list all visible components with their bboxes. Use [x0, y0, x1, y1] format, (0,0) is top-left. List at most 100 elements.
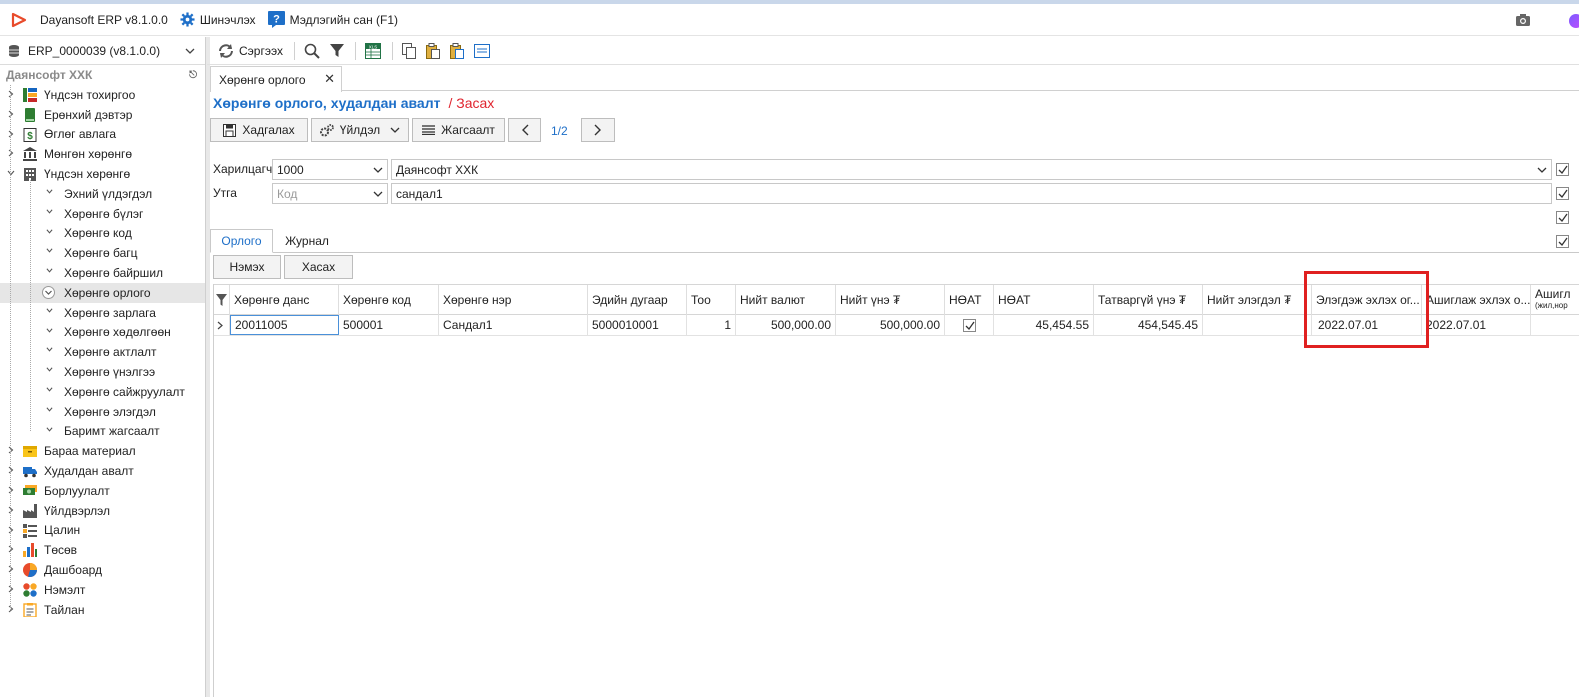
cell-total-price[interactable]: 500,000.00: [836, 315, 945, 335]
add-row-button[interactable]: Нэмэх: [213, 255, 281, 279]
filter-column[interactable]: [214, 285, 230, 315]
column-header[interactable]: Татваргүй үнэ ₮: [1094, 285, 1203, 315]
paste-special-button[interactable]: [446, 40, 468, 62]
cell-name[interactable]: Сандал1: [439, 315, 588, 335]
column-header[interactable]: Нийт үнэ ₮: [836, 285, 945, 315]
column-header[interactable]: Эдийн дугаар: [588, 285, 687, 315]
expand-icon[interactable]: [7, 585, 15, 595]
camera-icon[interactable]: [1515, 13, 1531, 27]
sidebar-item[interactable]: Төсөв: [0, 540, 205, 560]
column-header[interactable]: Нийт элэгдэл ₮: [1203, 285, 1312, 315]
cell-total-depreciation[interactable]: [1203, 315, 1312, 335]
option-checkbox[interactable]: [1556, 211, 1569, 224]
customer-name-select[interactable]: Даянсофт ХХК: [391, 159, 1552, 180]
sidebar-item[interactable]: Дашбоард: [0, 560, 205, 580]
database-selector[interactable]: ERP_0000039 (v8.1.0.0): [0, 37, 205, 65]
cell-total-currency[interactable]: 500,000.00: [736, 315, 836, 335]
sidebar-item[interactable]: Ерөнхий дэвтэр: [0, 105, 205, 125]
expand-icon[interactable]: [7, 446, 15, 456]
collapse-icon[interactable]: [7, 169, 15, 179]
expand-icon[interactable]: [7, 526, 15, 536]
expand-icon[interactable]: [7, 545, 15, 555]
prev-page-button[interactable]: [508, 118, 541, 142]
cell-price-no-tax[interactable]: 454,545.45: [1094, 315, 1203, 335]
column-header[interactable]: Ашиглаж эхлэх о...: [1422, 285, 1531, 315]
sidebar-item[interactable]: Худалдан авалт: [0, 461, 205, 481]
expand-icon[interactable]: [7, 605, 15, 615]
cell-vat[interactable]: 45,454.55: [994, 315, 1094, 335]
sidebar-item[interactable]: Борлуулалт: [0, 481, 205, 501]
description-code-select[interactable]: Код: [272, 183, 388, 204]
row-expand[interactable]: [214, 315, 230, 335]
expand-icon[interactable]: [7, 565, 15, 575]
sidebar-item[interactable]: Тайлан: [0, 600, 205, 620]
add-label: Нэмэх: [229, 260, 265, 274]
sidebar-item[interactable]: Мөнгөн хөрөнгө: [0, 144, 205, 164]
expand-icon[interactable]: [7, 90, 15, 100]
update-button[interactable]: Шинэчлэх: [180, 12, 256, 27]
description-checkbox[interactable]: [1556, 187, 1569, 200]
customer-code-select[interactable]: 1000: [272, 159, 388, 180]
column-header[interactable]: Хөрөнгө код: [339, 285, 439, 315]
chevron-down-icon: [46, 246, 53, 256]
expand-icon[interactable]: [7, 466, 15, 476]
column-header[interactable]: Ашигл (жил,нор: [1531, 285, 1579, 315]
sidebar-subitem-label: Баримт жагсаалт: [64, 424, 160, 439]
description-input[interactable]: сандал1: [391, 183, 1552, 204]
paste-icon: [425, 42, 440, 59]
export-excel-button[interactable]: XLS: [361, 40, 385, 62]
column-header[interactable]: НӨАТ: [994, 285, 1094, 315]
pin-icon[interactable]: ⎋: [189, 70, 197, 81]
copy-button[interactable]: [398, 40, 420, 62]
tab-asset-income[interactable]: Хөрөнгө орлого ✕: [210, 66, 342, 92]
form-view-button[interactable]: [470, 40, 494, 62]
expand-icon[interactable]: [7, 149, 15, 159]
chevron-down-icon: [46, 326, 53, 336]
paste-button[interactable]: [422, 40, 444, 62]
svg-text:XLS: XLS: [369, 44, 378, 49]
sidebar-item[interactable]: Үндсэн тохиргоо: [0, 85, 205, 105]
sidebar-item[interactable]: Цалин: [0, 521, 205, 541]
assistant-icon[interactable]: [1569, 14, 1579, 28]
sidebar-item[interactable]: Үйлдвэрлэл: [0, 501, 205, 521]
cell-serial[interactable]: 5000010001: [588, 315, 687, 335]
column-header[interactable]: Хөрөнгө данс: [230, 285, 339, 315]
list-button[interactable]: Жагсаалт: [412, 118, 505, 142]
column-header[interactable]: Тоо: [687, 285, 736, 315]
column-header[interactable]: Нийт валют: [736, 285, 836, 315]
tab-journal[interactable]: Журнал: [276, 229, 338, 253]
sidebar-subitem-label: Хөрөнгө бүлэг: [64, 206, 144, 221]
vat-checkbox[interactable]: [962, 318, 976, 332]
sidebar-item-label: Үндсэн хөрөнгө: [44, 167, 131, 182]
remove-row-button[interactable]: Хасах: [284, 255, 353, 279]
cell-account[interactable]: 20011005: [230, 315, 339, 335]
search-button[interactable]: [300, 40, 324, 62]
action-dropdown-button[interactable]: Үйлдэл: [311, 118, 409, 142]
refresh-button[interactable]: Сэргээх: [213, 40, 287, 62]
refresh-label: Сэргээх: [239, 43, 283, 58]
expand-icon[interactable]: [7, 486, 15, 496]
sidebar-item[interactable]: Бараа материал: [0, 441, 205, 461]
save-button[interactable]: Хадгалах: [210, 118, 308, 142]
cell-vat-check[interactable]: [945, 315, 994, 335]
cell-extra[interactable]: [1531, 315, 1579, 335]
customer-checkbox[interactable]: [1556, 163, 1569, 176]
expand-icon[interactable]: [7, 130, 15, 140]
expand-icon[interactable]: [7, 506, 15, 516]
sidebar-item[interactable]: Нэмэлт: [0, 580, 205, 600]
column-header[interactable]: НӨАТ: [945, 285, 994, 315]
filter-button[interactable]: [326, 40, 348, 62]
expand-icon[interactable]: [7, 110, 15, 120]
list-label: Жагсаалт: [441, 123, 495, 137]
tab-income[interactable]: Орлого: [210, 229, 273, 253]
sidebar-item[interactable]: $ Өглөг авлага: [0, 125, 205, 145]
close-icon[interactable]: ✕: [324, 71, 335, 87]
sidebar-item-label: Худалдан авалт: [44, 464, 134, 479]
next-page-button[interactable]: [581, 118, 615, 142]
cell-qty[interactable]: 1: [687, 315, 736, 335]
option-checkbox[interactable]: [1556, 235, 1569, 248]
cell-code[interactable]: 500001: [339, 315, 439, 335]
column-header[interactable]: Хөрөнгө нэр: [439, 285, 588, 315]
cell-use-start[interactable]: 2022.07.01: [1422, 315, 1531, 335]
help-button[interactable]: ? Мэдлэгийн сан (F1): [267, 11, 398, 28]
